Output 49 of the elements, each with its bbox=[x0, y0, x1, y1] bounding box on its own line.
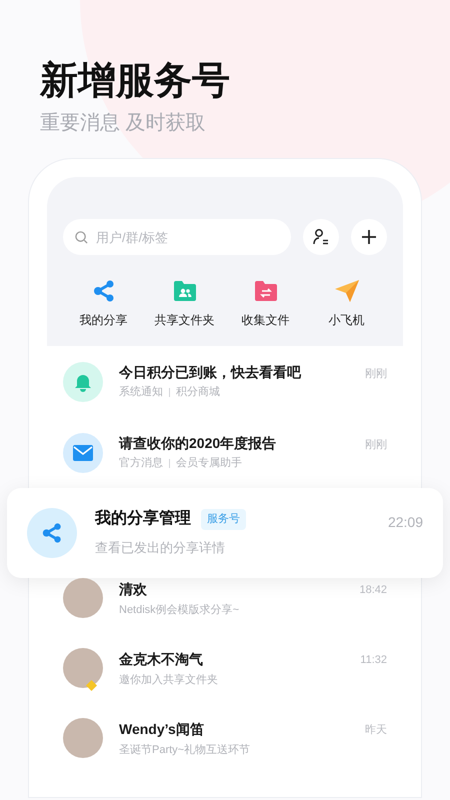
chat-name: 清欢 bbox=[119, 580, 148, 599]
card-preview: 查看已发出的分享详情 bbox=[95, 539, 226, 558]
chat-preview: Netdisk例会模版求分享~ bbox=[119, 602, 240, 618]
share-icon bbox=[41, 522, 63, 544]
chat-name: 金克木不淘气 bbox=[119, 650, 204, 669]
card-time: 22:09 bbox=[388, 513, 423, 532]
paper-plane-icon bbox=[334, 279, 360, 303]
bell-icon bbox=[63, 362, 103, 402]
notice-source: 官方消息 bbox=[119, 456, 163, 472]
chat-row[interactable]: 清欢 Netdisk例会模版求分享~ 18:42 bbox=[47, 578, 403, 648]
add-button[interactable] bbox=[351, 219, 387, 255]
people-folder-icon bbox=[172, 280, 196, 302]
card-title: 我的分享管理 bbox=[95, 508, 191, 530]
shortcut-button[interactable]: 我的分享 bbox=[63, 279, 144, 328]
chat-preview: 圣诞节Party~礼物互送环节 bbox=[119, 742, 252, 758]
headline: 新增服务号 bbox=[40, 58, 231, 102]
chat-time: 11:32 bbox=[360, 653, 387, 668]
notice-subsource: 会员专属助手 bbox=[176, 456, 242, 472]
shortcut-button[interactable]: 共享文件夹 bbox=[144, 279, 225, 328]
notice-time: 刚刚 bbox=[365, 438, 387, 453]
notice-title: 请查收你的2020年度报告 bbox=[119, 434, 278, 454]
chat-row[interactable]: 金克木不淘气 邀你加入共享文件夹 11:32 bbox=[47, 648, 403, 718]
notice-title: 今日积分已到账，快去看看吧 bbox=[119, 363, 302, 382]
highlight-card[interactable]: 我的分享管理 服务号 查看已发出的分享详情 22:09 bbox=[7, 488, 443, 578]
notice-time: 刚刚 bbox=[365, 367, 387, 382]
notice-row[interactable]: 请查收你的2020年度报告 官方消息 会员专属助手 刚刚 bbox=[47, 417, 403, 488]
person-list-icon bbox=[312, 228, 330, 246]
notice-subsource: 积分商城 bbox=[176, 384, 220, 400]
avatar-photo-placeholder bbox=[63, 578, 103, 618]
notice-row[interactable]: 今日积分已到账，快去看看吧 系统通知 积分商城 刚刚 bbox=[47, 346, 403, 417]
chat-row[interactable]: Wendy’s闻笛 圣诞节Party~礼物互送环节 昨天 bbox=[47, 718, 403, 788]
transfer-folder-icon bbox=[254, 280, 278, 302]
avatar-photo-placeholder bbox=[63, 718, 103, 758]
chat-time: 昨天 bbox=[365, 723, 387, 738]
search-field[interactable]: 用户/群/标签 bbox=[63, 219, 291, 255]
subheadline: 重要消息 及时获取 bbox=[40, 111, 207, 136]
chat-name: Wendy’s闻笛 bbox=[119, 720, 205, 739]
service-tag: 服务号 bbox=[201, 509, 246, 530]
envelope-icon bbox=[63, 432, 103, 472]
plus-icon bbox=[361, 229, 377, 245]
search-icon bbox=[75, 231, 88, 244]
share-icon bbox=[92, 279, 116, 303]
avatar-photo-placeholder bbox=[63, 648, 103, 688]
shortcut-button[interactable]: 收集文件 bbox=[225, 279, 306, 328]
chat-preview: 邀你加入共享文件夹 bbox=[119, 672, 219, 688]
notice-source: 系统通知 bbox=[119, 384, 163, 400]
contacts-button[interactable] bbox=[303, 219, 339, 255]
chat-time: 18:42 bbox=[359, 583, 387, 598]
shortcut-button[interactable]: 小飞机 bbox=[306, 279, 387, 328]
